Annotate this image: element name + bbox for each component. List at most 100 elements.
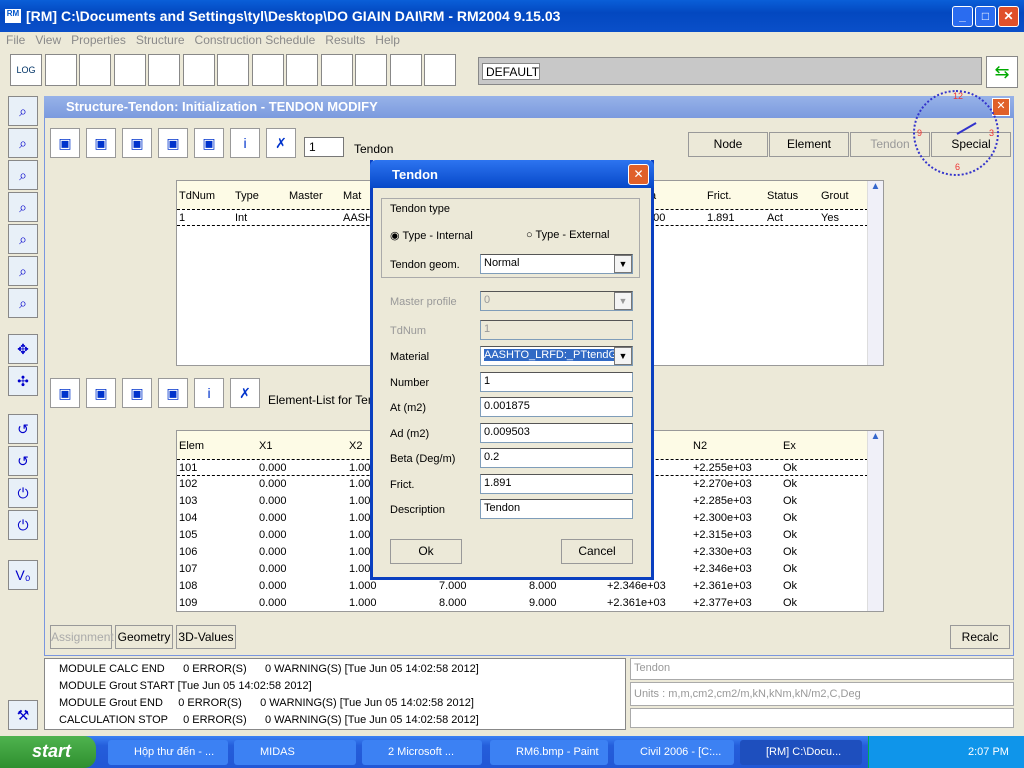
column-header[interactable]: X2 (349, 440, 362, 452)
menu-help[interactable]: Help (375, 33, 400, 47)
geometry-button[interactable]: Geometry (115, 625, 173, 649)
log-icon[interactable]: LOG (10, 54, 42, 86)
start-button[interactable]: start (0, 736, 96, 768)
menu-file[interactable]: File (6, 33, 25, 47)
info-icon[interactable]: i (230, 128, 260, 158)
column-header[interactable]: Elem (179, 440, 204, 452)
field-number[interactable]: 1 (480, 372, 633, 392)
close-button[interactable]: ✕ (998, 6, 1019, 27)
scroll-up-button[interactable]: ▲ (868, 431, 883, 447)
crt-icon[interactable] (182, 54, 215, 86)
field-ad-m2-[interactable]: 0.009503 (480, 423, 633, 443)
graph-icon[interactable]: ▣ (86, 378, 116, 408)
field-beta-deg-m-[interactable]: 0.2 (480, 448, 633, 468)
duplicate-icon[interactable]: ▣ (194, 128, 224, 158)
column-header[interactable]: TdNum (179, 190, 215, 202)
new-icon[interactable]: ▣ (50, 378, 80, 408)
chevron-down-icon[interactable]: ▼ (614, 255, 632, 273)
delete-icon[interactable]: ✗ (230, 378, 260, 408)
menu-construction-schedule[interactable]: Construction Schedule (195, 33, 316, 47)
zoom-up-icon[interactable]: ⌕ (8, 192, 38, 222)
pan-icon[interactable]: ✥ (8, 334, 38, 364)
table-row[interactable]: 109 0.000 1.000 8.000 9.000 +2.361e+03 +2.377e… (177, 595, 883, 612)
column-header[interactable]: N2 (693, 440, 707, 452)
radio-external[interactable]: ○ Type - External (526, 229, 610, 241)
3dvalues-button[interactable]: 3D-Values (176, 625, 236, 649)
window-icon[interactable] (389, 54, 422, 86)
swap-arrows-icon[interactable]: ⇆ (986, 56, 1018, 88)
calculator-icon[interactable] (113, 54, 146, 86)
zoom-icon[interactable] (44, 54, 77, 86)
settings-icon[interactable] (424, 54, 456, 86)
field-master-profile[interactable]: 0 ▼ (480, 291, 633, 311)
rotate-4-icon[interactable]: ⏻ (8, 510, 38, 540)
delete-icon[interactable]: ✗ (266, 128, 296, 158)
book-icon[interactable] (320, 54, 353, 86)
zoom-window-icon[interactable]: ⌕ (8, 96, 38, 126)
zoom-down-icon[interactable]: ⌕ (8, 224, 38, 254)
taskbar-item[interactable]: RM6.bmp - Paint (490, 740, 608, 765)
taskbar-item[interactable]: [RM] C:\Docu... (740, 740, 862, 765)
maximize-button[interactable]: □ (975, 6, 996, 27)
menu-structure[interactable]: Structure (136, 33, 185, 47)
rotate-3-icon[interactable]: ⏻ (8, 478, 38, 508)
copy-icon[interactable]: ▣ (122, 378, 152, 408)
zoom-left-icon[interactable]: ⌕ (8, 128, 38, 158)
taskbar-item[interactable]: MIDAS (234, 740, 356, 765)
project-combo[interactable]: DEFAULT (482, 63, 540, 80)
column-header[interactable]: Status (767, 190, 798, 202)
check-icon[interactable] (79, 54, 111, 86)
chevron-down-icon[interactable]: ▼ (614, 292, 632, 310)
column-header[interactable]: Ex (783, 440, 796, 452)
chevron-down-icon[interactable]: ▼ (614, 347, 632, 365)
radio-internal[interactable]: ◉ Type - Internal (390, 229, 473, 242)
column-header[interactable]: Frict. (707, 190, 731, 202)
rotate-2-icon[interactable]: ↺ (8, 446, 38, 476)
field-frict-[interactable]: 1.891 (480, 474, 633, 494)
copy-icon[interactable]: ▣ (122, 128, 152, 158)
open-book-icon[interactable] (355, 54, 387, 86)
column-header[interactable]: Type (235, 190, 259, 202)
column-header[interactable]: Master (289, 190, 323, 202)
field-tendon-geom-[interactable]: Normal ▼ (480, 254, 633, 274)
scroll-up-button[interactable]: ▲ (868, 181, 883, 197)
menu-view[interactable]: View (35, 33, 61, 47)
menu-properties[interactable]: Properties (71, 33, 126, 47)
column-header[interactable]: Grout (821, 190, 849, 202)
taskbar-item[interactable]: Hộp thư đến - ... (108, 740, 228, 765)
table-row[interactable]: 108 0.000 1.000 7.000 8.000 +2.346e+03 +2.361e… (177, 578, 883, 595)
field-description[interactable]: Tendon (480, 499, 633, 519)
display-icon[interactable] (217, 54, 249, 86)
minimize-button[interactable]: _ (952, 6, 973, 27)
column-header[interactable]: Mat (343, 190, 361, 202)
info-icon[interactable]: i (194, 378, 224, 408)
rotate-1-icon[interactable]: ↺ (8, 414, 38, 444)
field-material[interactable]: AASHTO_LRFD:_PTtendG ▼ (480, 346, 633, 366)
graph-icon[interactable]: ▣ (86, 128, 116, 158)
cancel-button[interactable]: Cancel (561, 539, 633, 564)
zoom-out-icon[interactable]: ⌕ (8, 288, 38, 318)
fit-icon[interactable]: ✣ (8, 366, 38, 396)
print-icon[interactable] (286, 54, 318, 86)
paste-icon[interactable]: ▣ (158, 128, 188, 158)
recalc-button[interactable]: Recalc (950, 625, 1010, 649)
ok-button[interactable]: Ok (390, 539, 462, 564)
zoom-right-icon[interactable]: ⌕ (8, 160, 38, 190)
assignment-button[interactable]: Assignment (50, 625, 114, 649)
tab-node[interactable]: Node (688, 132, 768, 157)
zoom-in-icon[interactable]: ⌕ (8, 256, 38, 286)
dialog-close-button[interactable]: ✕ (628, 164, 649, 185)
paste-icon[interactable]: ▣ (158, 378, 188, 408)
structure-icon[interactable] (148, 54, 180, 86)
taskbar-item[interactable]: Civil 2006 - [C:... (614, 740, 734, 765)
column-header[interactable]: X1 (259, 440, 272, 452)
field-at-m2-[interactable]: 0.001875 (480, 397, 633, 417)
wrench-icon[interactable] (251, 54, 284, 86)
tendon-number-input[interactable]: 1 (304, 137, 344, 157)
tab-element[interactable]: Element (769, 132, 849, 157)
settings-tool-icon[interactable]: ⚒ (8, 700, 38, 730)
taskbar-item[interactable]: 2 Microsoft ... (362, 740, 482, 765)
menu-results[interactable]: Results (325, 33, 365, 47)
new-icon[interactable]: ▣ (50, 128, 80, 158)
field-tdnum[interactable]: 1 (480, 320, 633, 340)
